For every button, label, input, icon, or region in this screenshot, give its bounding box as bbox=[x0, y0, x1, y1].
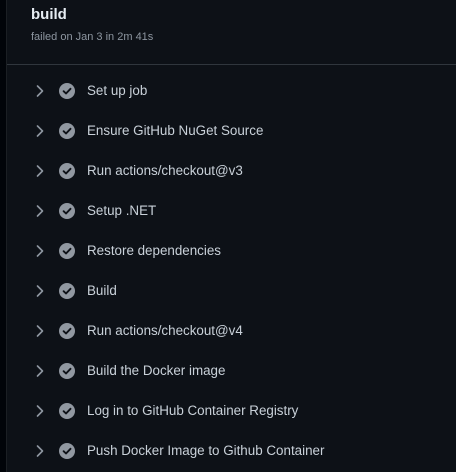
step-row[interactable]: Restore dependencies bbox=[7, 231, 456, 271]
check-circle-icon bbox=[59, 203, 75, 219]
step-label: Ensure GitHub NuGet Source bbox=[87, 123, 264, 138]
steps-list: Set up job Ensure GitHub NuGet Source Run … bbox=[7, 71, 456, 471]
step-label: Setup .NET bbox=[87, 203, 157, 218]
chevron-right-icon[interactable] bbox=[35, 204, 45, 218]
chevron-right-icon[interactable] bbox=[35, 404, 45, 418]
chevron-right-icon[interactable] bbox=[35, 244, 45, 258]
step-row[interactable]: Build the Docker image bbox=[7, 351, 456, 391]
chevron-right-icon[interactable] bbox=[35, 324, 45, 338]
check-circle-icon bbox=[59, 443, 75, 459]
check-circle-icon bbox=[59, 243, 75, 259]
check-circle-icon bbox=[59, 363, 75, 379]
step-row[interactable]: Push Docker Image to Github Container bbox=[7, 431, 456, 471]
job-header: build failed on Jan 3 in 2m 41s bbox=[7, 0, 456, 65]
chevron-right-icon[interactable] bbox=[35, 124, 45, 138]
step-label: Set up job bbox=[87, 83, 148, 98]
chevron-right-icon[interactable] bbox=[35, 364, 45, 378]
step-label: Log in to GitHub Container Registry bbox=[87, 403, 299, 418]
chevron-right-icon[interactable] bbox=[35, 84, 45, 98]
step-label: Push Docker Image to Github Container bbox=[87, 443, 325, 458]
step-label: Restore dependencies bbox=[87, 243, 221, 258]
chevron-right-icon[interactable] bbox=[35, 284, 45, 298]
check-circle-icon bbox=[59, 323, 75, 339]
step-row[interactable]: Set up job bbox=[7, 71, 456, 111]
check-circle-icon bbox=[59, 163, 75, 179]
step-row[interactable]: Run actions/checkout@v3 bbox=[7, 151, 456, 191]
check-circle-icon bbox=[59, 123, 75, 139]
check-circle-icon bbox=[59, 283, 75, 299]
job-status-text: failed on Jan 3 in 2m 41s bbox=[31, 31, 154, 43]
step-row[interactable]: Log in to GitHub Container Registry bbox=[7, 391, 456, 431]
step-label: Run actions/checkout@v4 bbox=[87, 323, 243, 338]
step-label: Build bbox=[87, 283, 117, 298]
step-row[interactable]: Setup .NET bbox=[7, 191, 456, 231]
step-label: Run actions/checkout@v3 bbox=[87, 163, 243, 178]
step-row[interactable]: Build bbox=[7, 271, 456, 311]
step-label: Build the Docker image bbox=[87, 363, 226, 378]
check-circle-icon bbox=[59, 83, 75, 99]
step-row[interactable]: Run actions/checkout@v4 bbox=[7, 311, 456, 351]
job-log-panel: build failed on Jan 3 in 2m 41s Set up j… bbox=[6, 0, 456, 472]
step-row[interactable]: Ensure GitHub NuGet Source bbox=[7, 111, 456, 151]
job-title: build bbox=[31, 6, 67, 23]
check-circle-icon bbox=[59, 403, 75, 419]
chevron-right-icon[interactable] bbox=[35, 164, 45, 178]
chevron-right-icon[interactable] bbox=[35, 444, 45, 458]
